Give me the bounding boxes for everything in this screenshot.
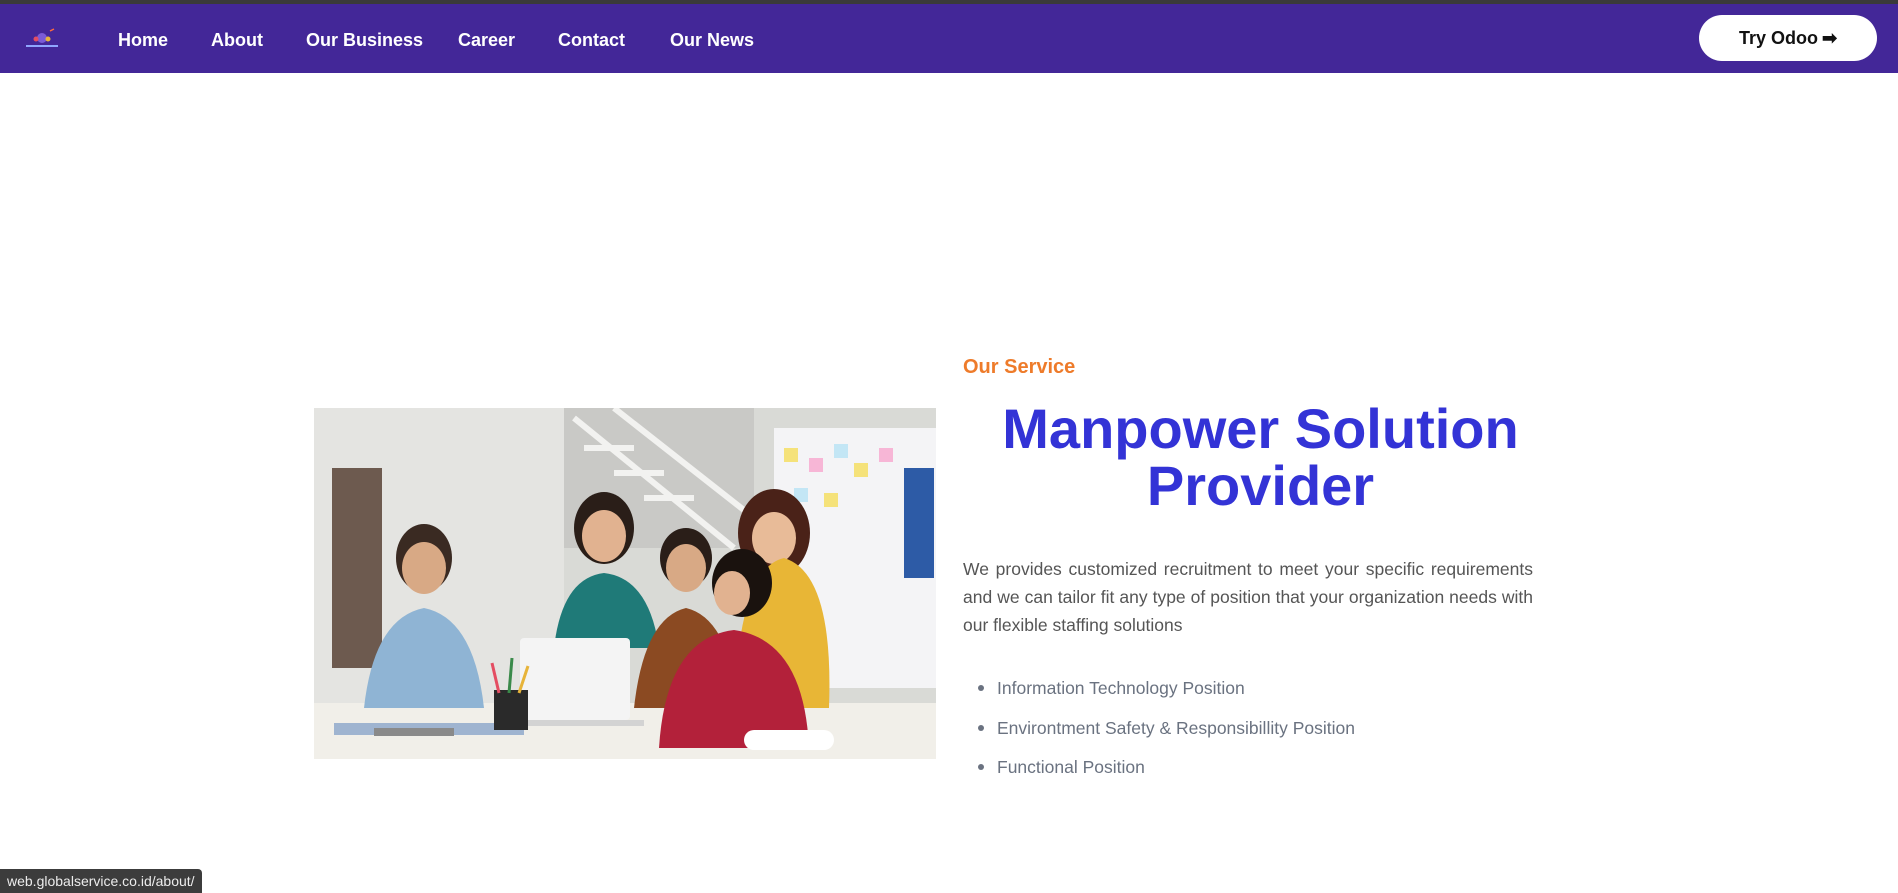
try-odoo-label: Try Odoo: [1738, 28, 1818, 48]
try-odoo-button[interactable]: Try Odoo ➡: [1699, 15, 1877, 61]
bullet-icon: [978, 724, 984, 731]
bullet-icon: [978, 764, 984, 770]
nav-home[interactable]: Home: [118, 27, 168, 53]
company-logo[interactable]: [24, 27, 60, 53]
page-title: Manpower Solution Provider: [1002, 397, 1519, 517]
nav-about[interactable]: About: [211, 27, 263, 53]
service-description: We provides customized recruitment to me…: [963, 559, 1533, 635]
list-item-label: Information Technology Position: [997, 678, 1245, 698]
top-navbar: Home About Our Business Career Contact O…: [0, 4, 1898, 73]
nav-contact[interactable]: Contact: [558, 27, 625, 53]
nav-career[interactable]: Career: [458, 27, 515, 53]
list-item: Environtment Safety & Responsibillity Po…: [963, 714, 1355, 754]
arrow-right-icon: ➡: [1821, 28, 1838, 48]
list-item-label: Functional Position: [997, 757, 1145, 777]
bullet-icon: [978, 685, 984, 691]
list-item-label: Environtment Safety & Responsibillity Po…: [997, 717, 1355, 738]
nav-our-business[interactable]: Our Business: [306, 27, 423, 53]
section-eyebrow: Our Service: [963, 356, 1076, 378]
team-photo: [314, 408, 936, 759]
list-item: Functional Position: [963, 753, 1355, 793]
nav-our-news[interactable]: Our News: [670, 27, 754, 53]
position-list: Information Technology Position Environt…: [963, 674, 1355, 793]
browser-status-url: web.globalservice.co.id/about/: [0, 869, 202, 893]
list-item: Information Technology Position: [963, 674, 1355, 714]
